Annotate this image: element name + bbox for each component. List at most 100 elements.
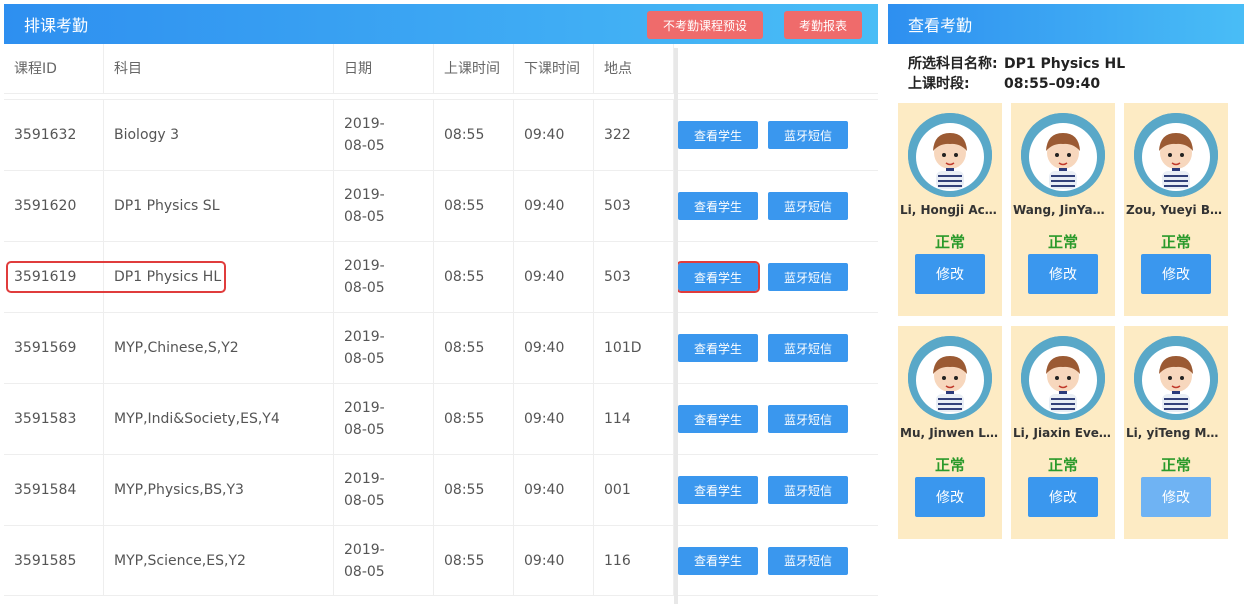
student-avatar-icon bbox=[1134, 336, 1218, 420]
view-students-button[interactable]: 查看学生 bbox=[676, 261, 760, 293]
course-id: 3591620 bbox=[14, 198, 77, 214]
view-students-button[interactable]: 查看学生 bbox=[678, 121, 758, 149]
student-avatar-icon bbox=[908, 113, 992, 197]
start-time-cell: 08:55 bbox=[434, 313, 514, 383]
date-cell: 2019-08-05 bbox=[334, 100, 434, 170]
bluetooth-sms-button[interactable]: 蓝牙短信 bbox=[768, 476, 848, 504]
course-id-cell: 3591632 bbox=[4, 100, 104, 170]
course-id-cell: 3591619 bbox=[4, 242, 226, 312]
student-name: Mu, Jinwen Li... bbox=[900, 426, 1000, 440]
student-card: Zou, Yueyi Be... 正常 修改 bbox=[1124, 103, 1228, 316]
student-card: Li, Jiaxin Evel... 正常 修改 bbox=[1011, 326, 1115, 539]
course-id: 3591585 bbox=[14, 552, 77, 569]
attendance-status: 正常 bbox=[934, 233, 965, 251]
attendance-status: 正常 bbox=[1160, 233, 1191, 251]
view-students-button[interactable]: 查看学生 bbox=[678, 192, 758, 220]
location-cell: 503 bbox=[594, 242, 674, 312]
location-cell: 001 bbox=[594, 455, 674, 525]
period-label: 上课时段: bbox=[908, 76, 970, 92]
course-id: 3591584 bbox=[14, 482, 77, 498]
bluetooth-sms-button[interactable]: 蓝牙短信 bbox=[768, 405, 848, 433]
end-time-cell: 09:40 bbox=[514, 313, 594, 383]
course-attendance-panel: 排课考勤 不考勤课程预设 考勤报表 课程ID 科目 日期 上课时间 下课时间 地… bbox=[4, 4, 878, 604]
col-subject: 科目 bbox=[104, 44, 334, 94]
edit-attendance-button[interactable]: 修改 bbox=[915, 254, 985, 294]
view-attendance-panel: 查看考勤 所选科目名称: DP1 Physics HL 上课时段: 08:55–09… bbox=[888, 4, 1244, 604]
edit-attendance-button[interactable]: 修改 bbox=[1141, 477, 1211, 517]
location-cell: 503 bbox=[594, 171, 674, 241]
table-row: 3591619 DP1 Physics HL 2019-08-05 08:55 … bbox=[4, 241, 878, 312]
start-time-cell: 08:55 bbox=[434, 171, 514, 241]
course-table-body: 3591632 Biology 3 2019-08-05 08:55 09:40… bbox=[4, 99, 878, 596]
col-end-time: 下课时间 bbox=[514, 44, 594, 94]
student-avatar-icon bbox=[1021, 336, 1105, 420]
avatar bbox=[908, 336, 992, 420]
location-cell: 322 bbox=[594, 100, 674, 170]
actions-cell: 查看学生 蓝牙短信 bbox=[674, 384, 878, 454]
edit-attendance-button[interactable]: 修改 bbox=[915, 477, 985, 517]
date-cell: 2019-08-05 bbox=[334, 526, 434, 595]
bluetooth-sms-button[interactable]: 蓝牙短信 bbox=[768, 546, 848, 575]
student-avatar-icon bbox=[1134, 113, 1218, 197]
end-time-cell: 09:40 bbox=[514, 171, 594, 241]
student-name: Wang, JinYan... bbox=[1013, 203, 1113, 217]
edit-attendance-button[interactable]: 修改 bbox=[1141, 254, 1211, 294]
bluetooth-sms-button[interactable]: 蓝牙短信 bbox=[768, 263, 848, 291]
student-name: Zou, Yueyi Be... bbox=[1126, 203, 1226, 217]
subject-cell: DP1 Physics SL bbox=[104, 171, 334, 241]
bluetooth-sms-button[interactable]: 蓝牙短信 bbox=[768, 121, 848, 149]
student-card: Li, Hongji Acc... 正常 修改 bbox=[898, 103, 1002, 316]
table-row: 3591632 Biology 3 2019-08-05 08:55 09:40… bbox=[4, 99, 878, 170]
course-id-cell: 3591584 bbox=[4, 455, 104, 525]
edit-attendance-button[interactable]: 修改 bbox=[1028, 254, 1098, 294]
actions-cell: 查看学生 蓝牙短信 bbox=[674, 313, 878, 383]
student-name: Li, yiTeng Ma... bbox=[1126, 426, 1226, 440]
student-grid: Li, Hongji Acc... 正常 修改 Wang, JinYan... … bbox=[898, 103, 1240, 539]
start-time-cell: 08:55 bbox=[434, 455, 514, 525]
student-card: Mu, Jinwen Li... 正常 修改 bbox=[898, 326, 1002, 539]
table-row: 3591584 MYP,Physics,BS,Y3 2019-08-05 08:… bbox=[4, 454, 878, 525]
date-cell: 2019-08-05 bbox=[334, 313, 434, 383]
end-time-cell: 09:40 bbox=[514, 100, 594, 170]
bluetooth-sms-button[interactable]: 蓝牙短信 bbox=[768, 192, 848, 220]
col-location: 地点 bbox=[594, 44, 674, 94]
avatar bbox=[908, 113, 992, 197]
course-id-cell: 3591620 bbox=[4, 171, 104, 241]
subject-label: 所选科目名称: bbox=[908, 56, 998, 72]
avatar bbox=[1134, 113, 1218, 197]
bluetooth-sms-button[interactable]: 蓝牙短信 bbox=[768, 334, 848, 362]
actions-cell: 查看学生 蓝牙短信 bbox=[674, 100, 878, 170]
no-attendance-preset-button[interactable]: 不考勤课程预设 bbox=[647, 11, 763, 39]
table-row: 3591620 DP1 Physics SL 2019-08-05 08:55 … bbox=[4, 170, 878, 241]
attendance-status: 正常 bbox=[1047, 233, 1078, 251]
student-avatar-icon bbox=[908, 336, 992, 420]
subject-cell: MYP,Physics,BS,Y3 bbox=[104, 455, 334, 525]
table-row: 3591569 MYP,Chinese,S,Y2 2019-08-05 08:5… bbox=[4, 312, 878, 383]
subject-cell: DP1 Physics HL bbox=[104, 242, 334, 312]
attendance-status: 正常 bbox=[1160, 456, 1191, 474]
course-id-cell: 3591585 bbox=[4, 526, 104, 595]
location-cell: 114 bbox=[594, 384, 674, 454]
view-students-button[interactable]: 查看学生 bbox=[678, 546, 758, 575]
start-time-cell: 08:55 bbox=[434, 242, 514, 312]
course-id: 3591583 bbox=[14, 411, 77, 427]
view-students-button[interactable]: 查看学生 bbox=[678, 476, 758, 504]
table-row: 3591583 MYP,Indi&Society,ES,Y4 2019-08-0… bbox=[4, 383, 878, 454]
edit-attendance-button[interactable]: 修改 bbox=[1028, 477, 1098, 517]
subject-cell: MYP,Chinese,S,Y2 bbox=[104, 313, 334, 383]
col-start-time: 上课时间 bbox=[434, 44, 514, 94]
panel-title: 排课考勤 bbox=[24, 16, 89, 35]
course-id: 3591569 bbox=[14, 340, 77, 356]
view-students-button[interactable]: 查看学生 bbox=[678, 334, 758, 362]
attendance-report-button[interactable]: 考勤报表 bbox=[784, 11, 862, 39]
course-id: 3591632 bbox=[14, 127, 77, 143]
view-students-button[interactable]: 查看学生 bbox=[678, 405, 758, 433]
course-attendance-header: 排课考勤 不考勤课程预设 考勤报表 bbox=[4, 4, 878, 44]
student-card: Wang, JinYan... 正常 修改 bbox=[1011, 103, 1115, 316]
start-time-cell: 08:55 bbox=[434, 526, 514, 595]
col-actions bbox=[674, 44, 878, 94]
table-scrollbar[interactable] bbox=[674, 48, 678, 604]
date-cell: 2019-08-05 bbox=[334, 455, 434, 525]
actions-cell: 查看学生 蓝牙短信 bbox=[674, 242, 878, 312]
student-name: Li, Hongji Acc... bbox=[900, 203, 1000, 217]
